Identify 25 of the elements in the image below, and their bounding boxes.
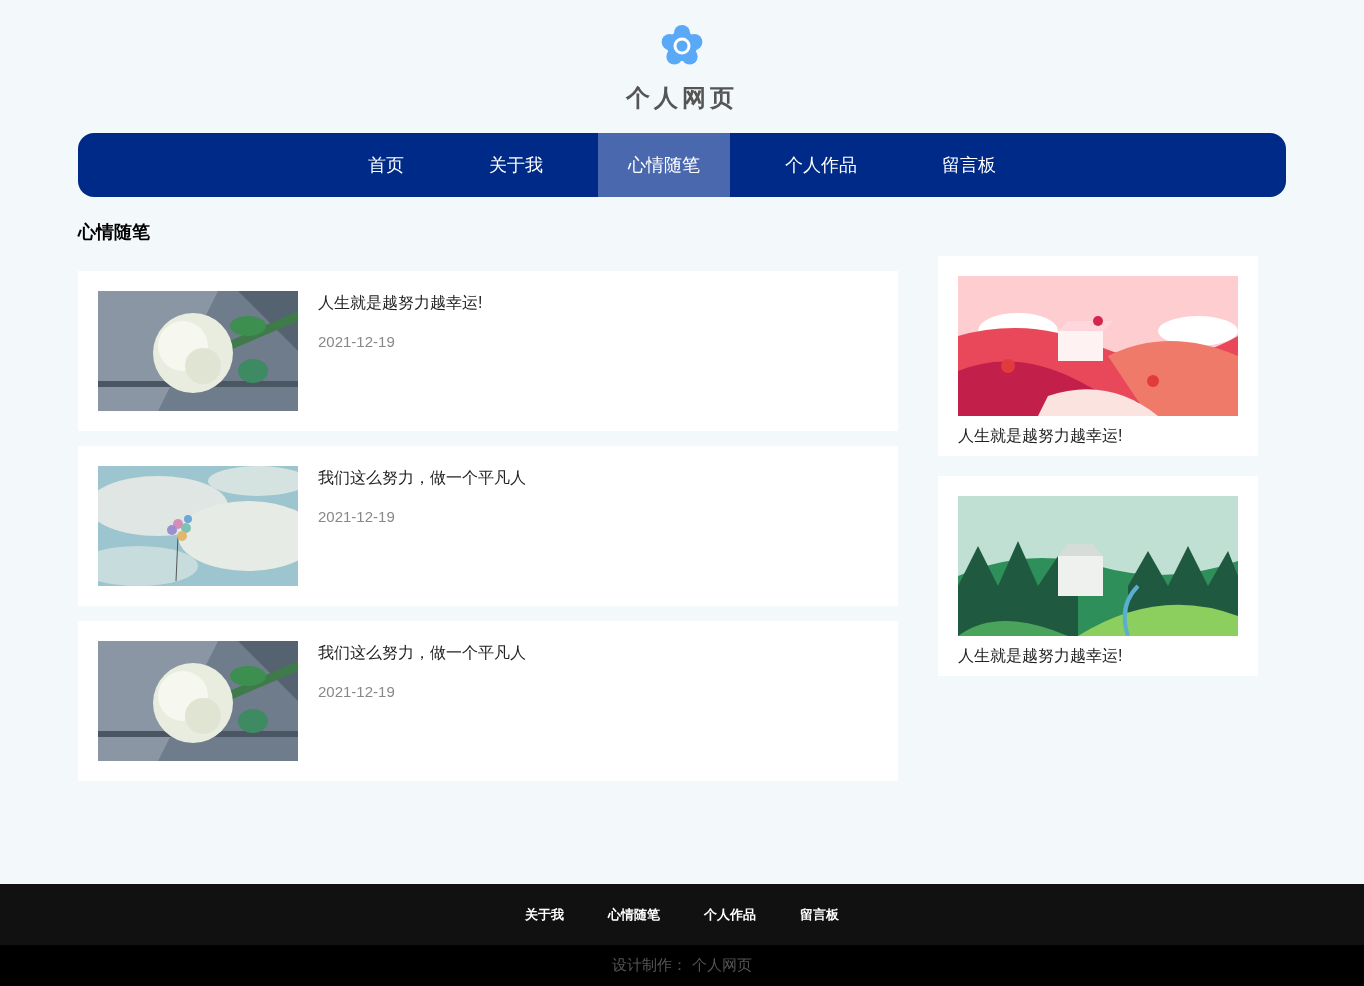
post-title: 我们这么努力，做一个平凡人 — [318, 643, 526, 663]
featured-card[interactable]: 人生就是越努力越幸运! — [938, 476, 1258, 676]
nav-link[interactable]: 关于我 — [459, 133, 573, 197]
post-card[interactable]: 我们这么努力，做一个平凡人 2021-12-19 — [78, 621, 898, 781]
nav-link[interactable]: 个人作品 — [755, 133, 887, 197]
footer-link[interactable]: 心情随笔 — [608, 904, 660, 925]
post-date: 2021-12-19 — [318, 682, 396, 702]
nav-link[interactable]: 留言板 — [912, 133, 1026, 197]
footer-credit: 设计制作： 个人网页 — [612, 955, 752, 976]
footer-link[interactable]: 关于我 — [525, 904, 564, 925]
post-title: 人生就是越努力越幸运! — [318, 293, 483, 313]
post-card[interactable]: 我们这么努力，做一个平凡人 2021-12-19 — [78, 446, 898, 606]
post-date: 2021-12-19 — [318, 507, 396, 527]
section-heading: 心情随笔 — [78, 221, 150, 244]
footer-link[interactable]: 留言板 — [800, 904, 839, 925]
site-title: 个人网页 — [626, 84, 738, 112]
footer-link[interactable]: 个人作品 — [704, 904, 756, 925]
card-caption: 人生就是越努力越幸运! — [958, 426, 1124, 446]
nav-link[interactable]: 心情随笔 — [598, 133, 730, 197]
card-caption: 人生就是越努力越幸运! — [958, 646, 1124, 666]
post-card[interactable]: 人生就是越努力越幸运! 2021-12-19 — [78, 271, 898, 431]
featured-card[interactable]: 人生就是越努力越幸运! — [938, 256, 1258, 456]
nav-link[interactable]: 首页 — [338, 133, 434, 197]
post-title: 我们这么努力，做一个平凡人 — [318, 468, 526, 488]
post-date: 2021-12-19 — [318, 332, 396, 352]
